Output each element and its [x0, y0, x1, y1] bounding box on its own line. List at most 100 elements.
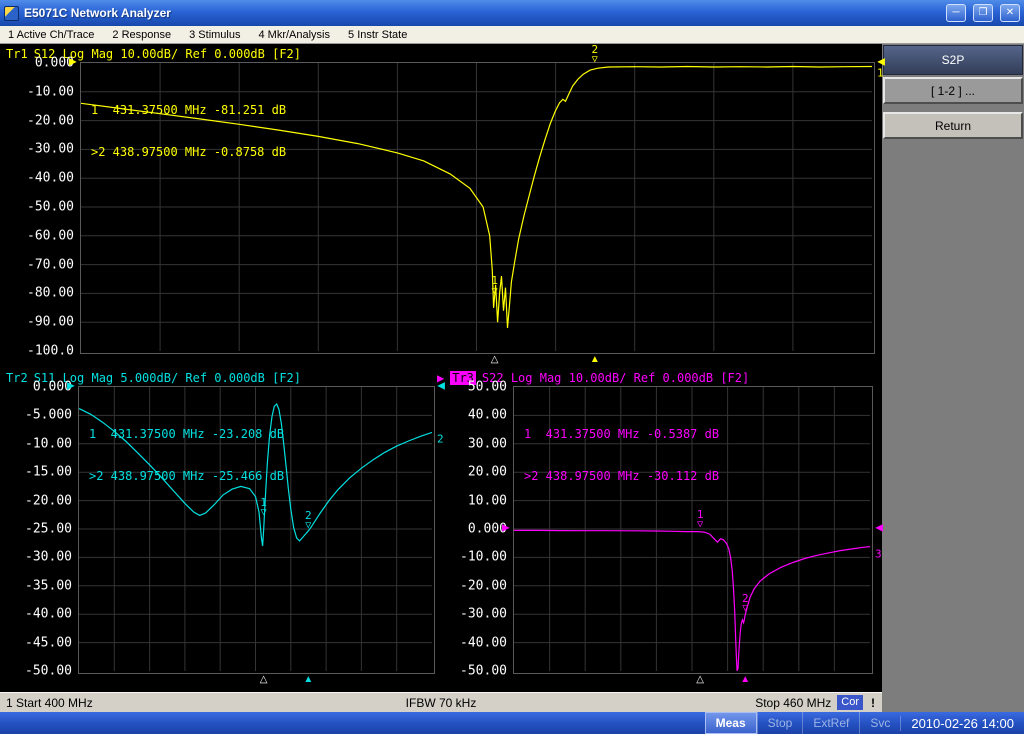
marker-stimulus-icon: △ — [491, 355, 499, 365]
y-tick-label: -20.00 — [460, 578, 507, 593]
y-tick-label: -20.00 — [27, 113, 74, 128]
y-tick-label: -40.00 — [25, 607, 72, 622]
ref-level-arrow-right-icon: ◀ — [437, 382, 445, 392]
marker-number: 2 — [305, 510, 312, 522]
plot-area-tr2: 1 431.37500 MHz -23.208 dB >2 438.97500 … — [78, 386, 435, 674]
title-bar: E5071C Network Analyzer ─ ❐ ✕ — [0, 0, 1024, 26]
softkey-1-2-button[interactable]: [ 1-2 ] ... — [883, 77, 1023, 104]
trace2-label[interactable]: Tr2 — [6, 371, 28, 385]
marker-triangle-icon: ▽ — [260, 508, 267, 519]
marker1-readout: 1 431.37500 MHz -23.208 dB — [89, 427, 284, 441]
app-icon — [4, 6, 19, 21]
trace1-label[interactable]: Tr1 — [6, 47, 28, 61]
marker2-readout: >2 438.97500 MHz -30.112 dB — [524, 469, 719, 483]
marker-triangle-icon: ▽ — [491, 287, 498, 298]
menu-instr-state[interactable]: 5 Instr State — [348, 29, 407, 41]
y-tick-label: -70.00 — [27, 257, 74, 272]
y-tick-label: -10.00 — [460, 550, 507, 565]
datetime-display: 2010-02-26 14:00 — [900, 716, 1024, 731]
plot-area-tr1: 1 431.37500 MHz -81.251 dB >2 438.97500 … — [80, 62, 875, 354]
ref-level-arrow-left-icon: ▶ — [67, 382, 75, 392]
marker2-readout: >2 438.97500 MHz -25.466 dB — [89, 469, 284, 483]
menu-stimulus[interactable]: 3 Stimulus — [189, 29, 240, 41]
taskbar: Meas Stop ExtRef Svc 2010-02-26 14:00 — [0, 712, 1024, 734]
y-tick-label: 40.00 — [468, 408, 507, 423]
trace-marker-1[interactable]: 1▽ — [491, 275, 498, 297]
marker-number: 1 — [260, 497, 267, 509]
y-tick-label: -20.00 — [25, 493, 72, 508]
window-title: E5071C Network Analyzer — [24, 6, 939, 20]
bottom-charts-row: Tr2 S11 Log Mag 5.000dB/ Ref 0.000dB [F2… — [4, 370, 882, 674]
svc-indicator[interactable]: Svc — [859, 712, 900, 734]
marker-readout-tr1: 1 431.37500 MHz -81.251 dB >2 438.97500 … — [91, 75, 286, 187]
stop-indicator[interactable]: Stop — [757, 712, 803, 734]
marker1-readout: 1 431.37500 MHz -0.5387 dB — [524, 427, 719, 441]
y-tick-label: -40.00 — [27, 171, 74, 186]
chart-tr1-s12: Tr1 S12 Log Mag 10.00dB/ Ref 0.000dB [F2… — [4, 46, 882, 354]
y-tick-label: -10.00 — [27, 84, 74, 99]
y-tick-label: 50.00 — [468, 380, 507, 395]
status-bar: 1 Start 400 MHz IFBW 70 kHz Stop 460 MHz… — [0, 692, 882, 712]
y-tick-label: -15.00 — [25, 465, 72, 480]
y-tick-label: -5.000 — [25, 408, 72, 423]
plot-area-tr3: 1 431.37500 MHz -0.5387 dB >2 438.97500 … — [513, 386, 873, 674]
y-axis-tr2: 0.000-5.000-10.00-15.00-20.00-25.00-30.0… — [4, 386, 78, 674]
trace-marker-2[interactable]: 2▽ — [305, 510, 312, 532]
y-tick-label: -50.00 — [460, 664, 507, 679]
marker-number: 2 — [592, 43, 599, 55]
marker-number: 1 — [491, 275, 498, 287]
minimize-button[interactable]: ─ — [946, 4, 966, 22]
ref-level-arrow-right-icon: ◀ — [875, 524, 883, 534]
y-tick-label: -25.00 — [25, 522, 72, 537]
menu-active-ch-trace[interactable]: 1 Active Ch/Trace — [8, 29, 94, 41]
softkey-menu-title: S2P — [883, 45, 1023, 75]
restore-button[interactable]: ❐ — [973, 4, 993, 22]
y-tick-label: -40.00 — [460, 635, 507, 650]
y-tick-label: -30.00 — [27, 142, 74, 157]
marker-triangle-icon: ▽ — [742, 604, 749, 615]
meas-status-button[interactable]: Meas — [705, 712, 757, 734]
active-marker-stimulus-icon: ▲ — [740, 675, 750, 685]
y-tick-label: -45.00 — [25, 635, 72, 650]
e5071c-screen: E5071C Network Analyzer ─ ❐ ✕ 1 Active C… — [0, 0, 1024, 734]
marker1-readout: 1 431.37500 MHz -81.251 dB — [91, 103, 286, 117]
trace-marker-1[interactable]: 1▽ — [697, 508, 704, 530]
lcd-display: Tr1 S12 Log Mag 10.00dB/ Ref 0.000dB [F2… — [0, 44, 882, 692]
y-tick-label: 20.00 — [468, 465, 507, 480]
y-tick-label: -10.00 — [25, 436, 72, 451]
extref-indicator[interactable]: ExtRef — [802, 712, 859, 734]
y-tick-label: 10.00 — [468, 493, 507, 508]
ref-level-arrow-left-icon: ▶ — [502, 524, 510, 534]
softkey-return-button[interactable]: Return — [883, 112, 1023, 139]
menu-mkr-analysis[interactable]: 4 Mkr/Analysis — [258, 29, 330, 41]
content-area: Tr1 S12 Log Mag 10.00dB/ Ref 0.000dB [F2… — [0, 44, 1024, 712]
y-tick-label: -30.00 — [25, 550, 72, 565]
trace3-params: S22 Log Mag 10.00dB/ Ref 0.000dB [F2] — [482, 371, 749, 385]
marker-readout-tr3: 1 431.37500 MHz -0.5387 dB >2 438.97500 … — [524, 399, 719, 511]
close-button[interactable]: ✕ — [1000, 4, 1020, 22]
y-tick-label: -60.00 — [27, 228, 74, 243]
ref-level-arrow-left-icon: ▶ — [69, 58, 77, 68]
trace-marker-2[interactable]: 2▽ — [592, 43, 599, 65]
marker-stimulus-icon: △ — [696, 675, 704, 685]
marker-triangle-icon: ▽ — [697, 520, 704, 531]
trace-number-label: 1 — [877, 67, 884, 80]
menu-response[interactable]: 2 Response — [112, 29, 171, 41]
trace-marker-1[interactable]: 1▽ — [260, 497, 267, 519]
chart-tr3-s22: ▶ Tr3 S22 Log Mag 10.00dB/ Ref 0.000dB [… — [435, 370, 873, 674]
y-tick-label: -30.00 — [460, 607, 507, 622]
trace-number-label: 2 — [437, 433, 444, 446]
trace-number-label: 3 — [875, 547, 882, 560]
y-tick-label: -80.00 — [27, 286, 74, 301]
trace-marker-2[interactable]: 2▽ — [742, 592, 749, 614]
y-tick-label: -50.00 — [25, 664, 72, 679]
y-axis-tr1: 0.000-10.00-20.00-30.00-40.00-50.00-60.0… — [4, 62, 80, 354]
correction-badge: Cor — [837, 695, 863, 710]
trace1-title: Tr1 S12 Log Mag 10.00dB/ Ref 0.000dB [F2… — [4, 46, 882, 62]
stop-frequency: Stop 460 MHz — [755, 696, 831, 710]
marker-number: 1 — [697, 508, 704, 520]
marker-triangle-icon: ▽ — [305, 521, 312, 532]
marker-readout-tr2: 1 431.37500 MHz -23.208 dB >2 438.97500 … — [89, 399, 284, 511]
marker-number: 2 — [742, 592, 749, 604]
active-marker-stimulus-icon: ▲ — [590, 355, 600, 365]
